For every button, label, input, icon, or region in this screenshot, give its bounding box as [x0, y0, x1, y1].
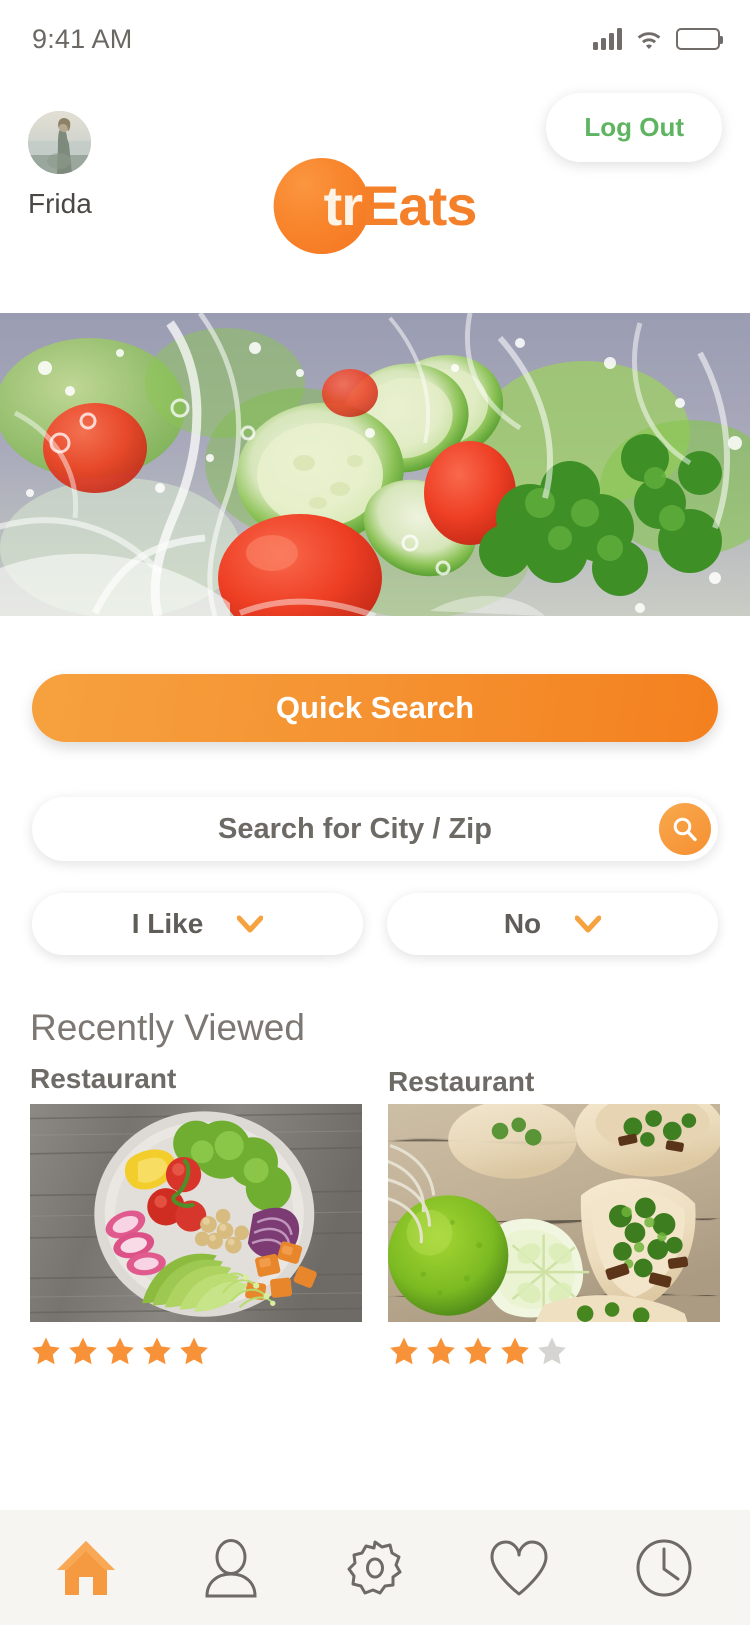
restaurant-card-list: Restaurant Restaurant: [30, 1063, 720, 1367]
restaurant-card-title: Restaurant: [388, 1066, 535, 1097]
search-input[interactable]: [32, 797, 718, 861]
logo-text-eats: Eats: [362, 174, 477, 237]
battery-full-icon: [676, 28, 723, 50]
list-item[interactable]: Restaurant: [30, 1063, 362, 1367]
restaurant-card-title: Restaurant: [30, 1063, 177, 1094]
page-title: Recently Viewed: [30, 1007, 305, 1048]
restaurant-card-image[interactable]: [388, 1104, 720, 1322]
star-filled-icon: [427, 1337, 455, 1365]
app-screen: 9:41 AM Frida Log Out trEats Quick Searc…: [0, 0, 750, 1625]
clock-icon: [635, 1538, 693, 1598]
logo-text-tr: tr: [323, 174, 363, 237]
star-filled-icon: [180, 1337, 208, 1365]
bottom-navigation-bar: [0, 1510, 750, 1625]
search-section: Quick Search I Like: [0, 616, 750, 955]
restaurant-card-image[interactable]: [30, 1104, 362, 1322]
home-icon: [55, 1538, 117, 1598]
search-icon: [671, 815, 699, 843]
wifi-icon: [635, 28, 663, 50]
recently-viewed-section: Recently Viewed Restaurant Restaurant: [0, 955, 750, 1510]
gear-icon: [345, 1538, 405, 1598]
nav-item-home[interactable]: [41, 1528, 131, 1608]
search-submit-button[interactable]: [659, 803, 711, 855]
nav-item-profile[interactable]: [186, 1528, 276, 1608]
chevron-down-icon: [237, 915, 264, 933]
hero-banner: [0, 313, 750, 616]
city-zip-search-row: [32, 797, 718, 861]
heart-icon: [488, 1539, 550, 1597]
filter-dropdowns: I Like No: [32, 893, 718, 955]
status-bar: 9:41 AM: [0, 0, 750, 78]
star-filled-icon: [143, 1337, 171, 1365]
quick-search-button[interactable]: Quick Search: [32, 674, 718, 742]
list-item[interactable]: Restaurant: [388, 1063, 720, 1367]
signal-bars-icon: [593, 28, 622, 50]
user-icon: [202, 1538, 260, 1598]
star-filled-icon: [501, 1337, 529, 1365]
star-filled-icon: [32, 1337, 60, 1365]
rating-stars: [30, 1335, 362, 1367]
profile-name: Frida: [28, 188, 92, 219]
app-logo: trEats: [273, 156, 477, 256]
nav-item-favorites[interactable]: [474, 1528, 564, 1608]
nav-item-settings[interactable]: [330, 1528, 420, 1608]
app-header: Frida Log Out trEats: [0, 78, 750, 313]
nav-item-history[interactable]: [619, 1528, 709, 1608]
dropdown-no[interactable]: No: [387, 893, 718, 955]
rating-stars: [388, 1335, 720, 1367]
dropdown-no-label: No: [503, 908, 542, 939]
dropdown-i-like-label: I Like: [131, 908, 204, 939]
status-bar-icons: [593, 28, 723, 50]
status-bar-time: 9:41 AM: [32, 23, 133, 54]
avatar[interactable]: [28, 111, 91, 174]
dropdown-i-like[interactable]: I Like: [32, 893, 363, 955]
chevron-down-icon: [575, 915, 602, 933]
star-filled-icon: [390, 1337, 418, 1365]
star-empty-icon: [538, 1337, 566, 1365]
star-filled-icon: [464, 1337, 492, 1365]
star-filled-icon: [106, 1337, 134, 1365]
logout-button[interactable]: Log Out: [546, 93, 722, 162]
profile-block[interactable]: Frida: [28, 111, 178, 220]
star-filled-icon: [69, 1337, 97, 1365]
